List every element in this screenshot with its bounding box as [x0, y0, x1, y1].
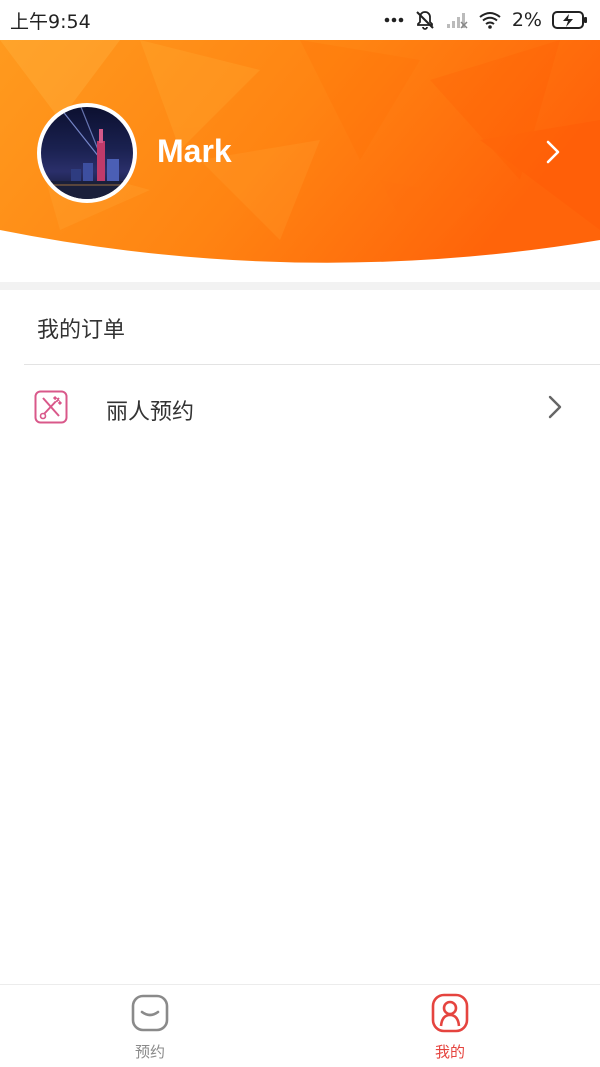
tab-mine-label: 我的 [434, 1043, 465, 1061]
list-item-label: 丽人预约 [106, 400, 195, 425]
orders-title: 我的订单 [37, 318, 126, 343]
battery-charging-icon [552, 11, 587, 29]
section-divider [0, 282, 600, 290]
profile-icon [431, 993, 469, 1033]
list-item-beauty-booking[interactable]: 丽人预约 [0, 365, 600, 451]
battery-percent: 2% [511, 9, 542, 31]
tab-booking-label: 预约 [134, 1043, 165, 1061]
avatar[interactable] [37, 103, 137, 203]
status-icons: 2% [384, 9, 588, 31]
status-time: 上午9:54 [10, 10, 91, 33]
user-name[interactable]: Mark [157, 133, 232, 170]
chevron-right-icon [548, 395, 562, 419]
more-dots-icon [384, 17, 404, 23]
profile-header[interactable]: Mark [0, 40, 600, 270]
scissors-comb-icon [34, 390, 68, 424]
avatar-image [41, 107, 133, 199]
mute-icon [416, 11, 434, 30]
tab-mine[interactable]: 我的 [390, 985, 510, 1067]
status-bar: 上午9:54 2% [0, 0, 600, 40]
booking-face-icon [131, 994, 169, 1032]
signal-icon [446, 13, 468, 29]
chevron-right-icon[interactable] [540, 138, 564, 166]
wifi-icon [479, 12, 501, 29]
tab-booking[interactable]: 预约 [90, 985, 210, 1067]
bottom-nav: 预约 我的 [0, 984, 600, 1067]
